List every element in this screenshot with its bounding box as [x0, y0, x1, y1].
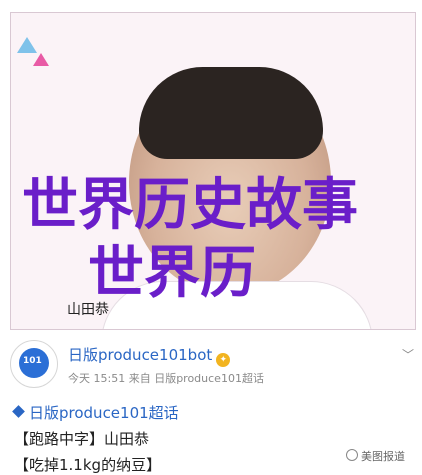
- diamond-icon: [12, 405, 25, 418]
- topic-tag-label: 日版produce101超话: [29, 404, 179, 422]
- watermark-text: 美图报道: [361, 450, 405, 463]
- avatar-logo-text: 101: [23, 356, 42, 366]
- overlay-title: 世界历史故事: [22, 173, 358, 238]
- portrait-hair: [139, 67, 323, 159]
- post-text-line: 【吃掉1.1kg的纳豆】: [14, 456, 162, 474]
- decor-triangle-icon: [33, 53, 49, 66]
- watermark: 美图报道: [346, 448, 405, 464]
- avatar[interactable]: 101: [10, 340, 58, 388]
- topic-tag-link[interactable]: 日版produce101超话: [12, 402, 179, 423]
- overlay-subtitle: 世界历: [88, 241, 256, 306]
- chevron-down-icon[interactable]: ﹀: [402, 346, 414, 363]
- author-label: 日版produce101bot: [68, 346, 213, 364]
- post-text-line: 【跑路中字】山田恭: [14, 430, 150, 448]
- watermark-logo-icon: [346, 449, 358, 461]
- verified-badge-icon: ✦: [216, 353, 231, 367]
- author-name[interactable]: 日版produce101bot ✦: [68, 344, 231, 367]
- screenshot-frame: 山田恭 世界历史故事 世界历 101 日版produce101bot ✦ ﹀ 今天…: [0, 0, 422, 474]
- decor-triangle-icon: [17, 37, 37, 53]
- post-meta: 今天 15:51 来自 日版produce101超话: [68, 372, 264, 385]
